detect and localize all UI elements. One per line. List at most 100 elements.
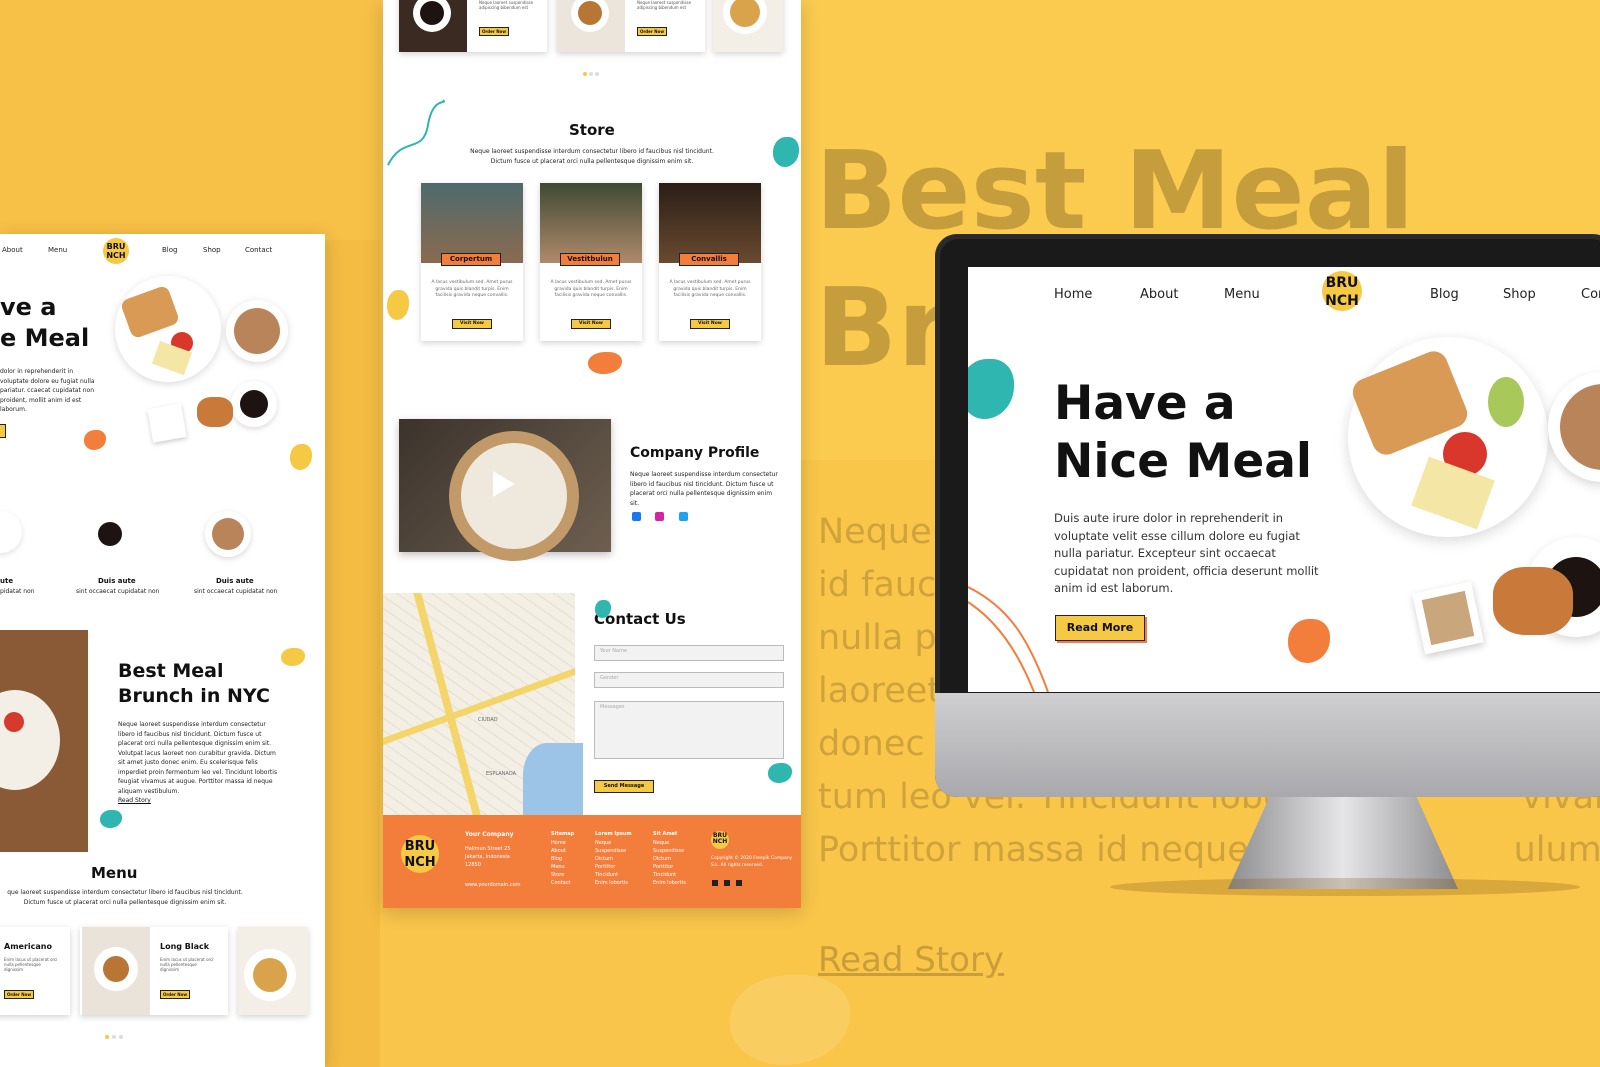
carousel-dot[interactable] [112, 1035, 116, 1039]
store-intro: Neque laoreet suspendisse interdum conse… [470, 148, 714, 165]
footer-link[interactable]: Menu [551, 863, 570, 871]
footer-link[interactable]: Enim lobortis [653, 879, 686, 887]
menu-card: Long Black Enim lacus ut placerat orci n… [80, 927, 228, 1015]
visit-now-button[interactable]: Visit Now [690, 319, 730, 329]
order-now-button[interactable]: Order Now [4, 990, 34, 999]
hero-title-cut: ve a e Meal [0, 292, 89, 354]
carousel-dot[interactable] [589, 72, 593, 76]
read-story-link[interactable]: Read Story [118, 797, 151, 804]
monitor-screen: Home About Menu BRU NCH Blog Shop Con Ha… [968, 267, 1600, 692]
footer-logo[interactable]: BRU NCH [401, 835, 439, 873]
facebook-icon[interactable] [712, 880, 718, 886]
instagram-icon[interactable] [655, 512, 664, 521]
map-water [523, 743, 583, 823]
video-thumbnail[interactable] [399, 419, 611, 561]
send-message-button[interactable]: Send Message [594, 780, 654, 793]
ghost-title-line2: Br [815, 266, 951, 391]
message-field[interactable]: Messages [594, 701, 784, 759]
nav-blog[interactable]: Blog [1430, 287, 1459, 302]
footer-link[interactable]: Enim lobortis [595, 879, 628, 887]
feature-text: sint occaecat cupidatat non [194, 588, 278, 595]
nav-home[interactable]: Home [1054, 287, 1092, 302]
yellow-blob [281, 648, 305, 666]
carousel-dot-active[interactable] [105, 1035, 109, 1039]
footer-link[interactable]: Blog [551, 855, 570, 863]
carousel-dot[interactable] [595, 72, 599, 76]
coffee-fill [98, 522, 122, 546]
nav-menu[interactable]: Menu [1224, 287, 1260, 302]
footer-link[interactable]: Dictum [653, 855, 686, 863]
footer-link[interactable]: Porttitor [595, 863, 628, 871]
footer-link[interactable]: Tincidunt [653, 871, 686, 879]
footer-sit-title: Sit Amet [653, 831, 678, 837]
order-now-button[interactable]: Order Now [479, 27, 509, 36]
footer-lorem-list: Neque Suspendisse Dictum Porttitor Tinci… [595, 839, 628, 887]
hero-body: Duis aute irure dolor in reprehenderit i… [1054, 511, 1319, 595]
cup-image [571, 0, 609, 32]
feature-image [0, 511, 22, 553]
map[interactable]: CIUDAD ESPLANADA [383, 593, 583, 823]
carousel-dots[interactable] [583, 72, 605, 77]
cereal-dish-image [1412, 581, 1484, 655]
store-text: A lacus vestibulum sed. Amet purus gravi… [550, 280, 632, 298]
facebook-icon[interactable] [632, 512, 641, 521]
footer-link[interactable]: Porttitor [653, 863, 686, 871]
coffee-fill [103, 956, 129, 982]
nav-contact-cut[interactable]: Con [1581, 287, 1600, 302]
hero-title-line1: ve a [0, 293, 57, 321]
twitter-icon[interactable] [679, 512, 688, 521]
read-more-button[interactable]: Read More [1055, 615, 1145, 641]
carousel-dot[interactable] [119, 1035, 123, 1039]
footer-link[interactable]: Contact [551, 879, 570, 887]
footer-link[interactable]: Suspendisse [595, 847, 628, 855]
hero-title-line1: Have a [1054, 376, 1236, 431]
order-now-button[interactable]: Order Now [637, 27, 667, 36]
footer-link[interactable]: Tincidunt [595, 871, 628, 879]
store-card: Vestitbulun A lacus vestibulum sed. Amet… [540, 183, 642, 341]
footer-link[interactable]: Neque [653, 839, 686, 847]
nav-menu[interactable]: Menu [48, 246, 67, 254]
carousel-dot-active[interactable] [583, 72, 587, 76]
menu-title: Menu [91, 864, 138, 882]
visit-now-button[interactable]: Visit Now [571, 319, 611, 329]
gender-field[interactable]: Gender [594, 672, 784, 688]
nav-contact[interactable]: Contact [245, 246, 272, 254]
footer-link[interactable]: Neque [595, 839, 628, 847]
nav-shop[interactable]: Shop [1503, 287, 1536, 302]
menu-card: Americano Enim lacus ut placerat orci nu… [0, 927, 70, 1015]
brand-logo[interactable]: BRU NCH [1322, 271, 1362, 311]
footer-link[interactable]: Store [551, 871, 570, 879]
coffee-fill [240, 390, 268, 418]
twitter-icon[interactable] [736, 880, 742, 886]
footer-domain[interactable]: www.yourdomain.com [465, 881, 521, 889]
nav-blog[interactable]: Blog [162, 246, 177, 254]
bowl-photo [0, 630, 88, 852]
croissant-image [197, 397, 233, 427]
footer-link[interactable]: Home [551, 839, 570, 847]
nav-about[interactable]: About [2, 246, 23, 254]
logo-line2: NCH [712, 838, 728, 845]
order-now-button[interactable]: Order Now [160, 990, 190, 999]
carousel-dots[interactable] [105, 1035, 127, 1040]
menu-card: Neque laoreet suspendisse adipiscing bib… [399, 0, 547, 52]
footer-link[interactable]: Suspendisse [653, 847, 686, 855]
footer-sit-list: Neque Suspendisse Dictum Porttitor Tinci… [653, 839, 686, 887]
name-field[interactable]: Your Name [594, 645, 784, 661]
nav-about[interactable]: About [1140, 287, 1178, 302]
feature-image [205, 511, 251, 557]
read-more-button-cut[interactable] [0, 424, 6, 438]
cup-image [244, 949, 296, 1001]
map-road [383, 668, 575, 745]
play-icon[interactable] [493, 471, 515, 497]
visit-now-button[interactable]: Visit Now [452, 319, 492, 329]
ghost-read-story: Read Story [818, 940, 1005, 980]
company-profile-body: Neque laoreet suspendisse interdum conse… [630, 471, 778, 507]
nav-shop[interactable]: Shop [203, 246, 221, 254]
footer-link[interactable]: About [551, 847, 570, 855]
map-label: CIUDAD [478, 717, 498, 723]
brand-logo[interactable]: BRU NCH [103, 238, 129, 264]
footer-link[interactable]: Dictum [595, 855, 628, 863]
instagram-icon[interactable] [724, 880, 730, 886]
address-line: Halimun Street 25 [465, 846, 511, 852]
footer-company-title: Your Company [465, 831, 514, 838]
